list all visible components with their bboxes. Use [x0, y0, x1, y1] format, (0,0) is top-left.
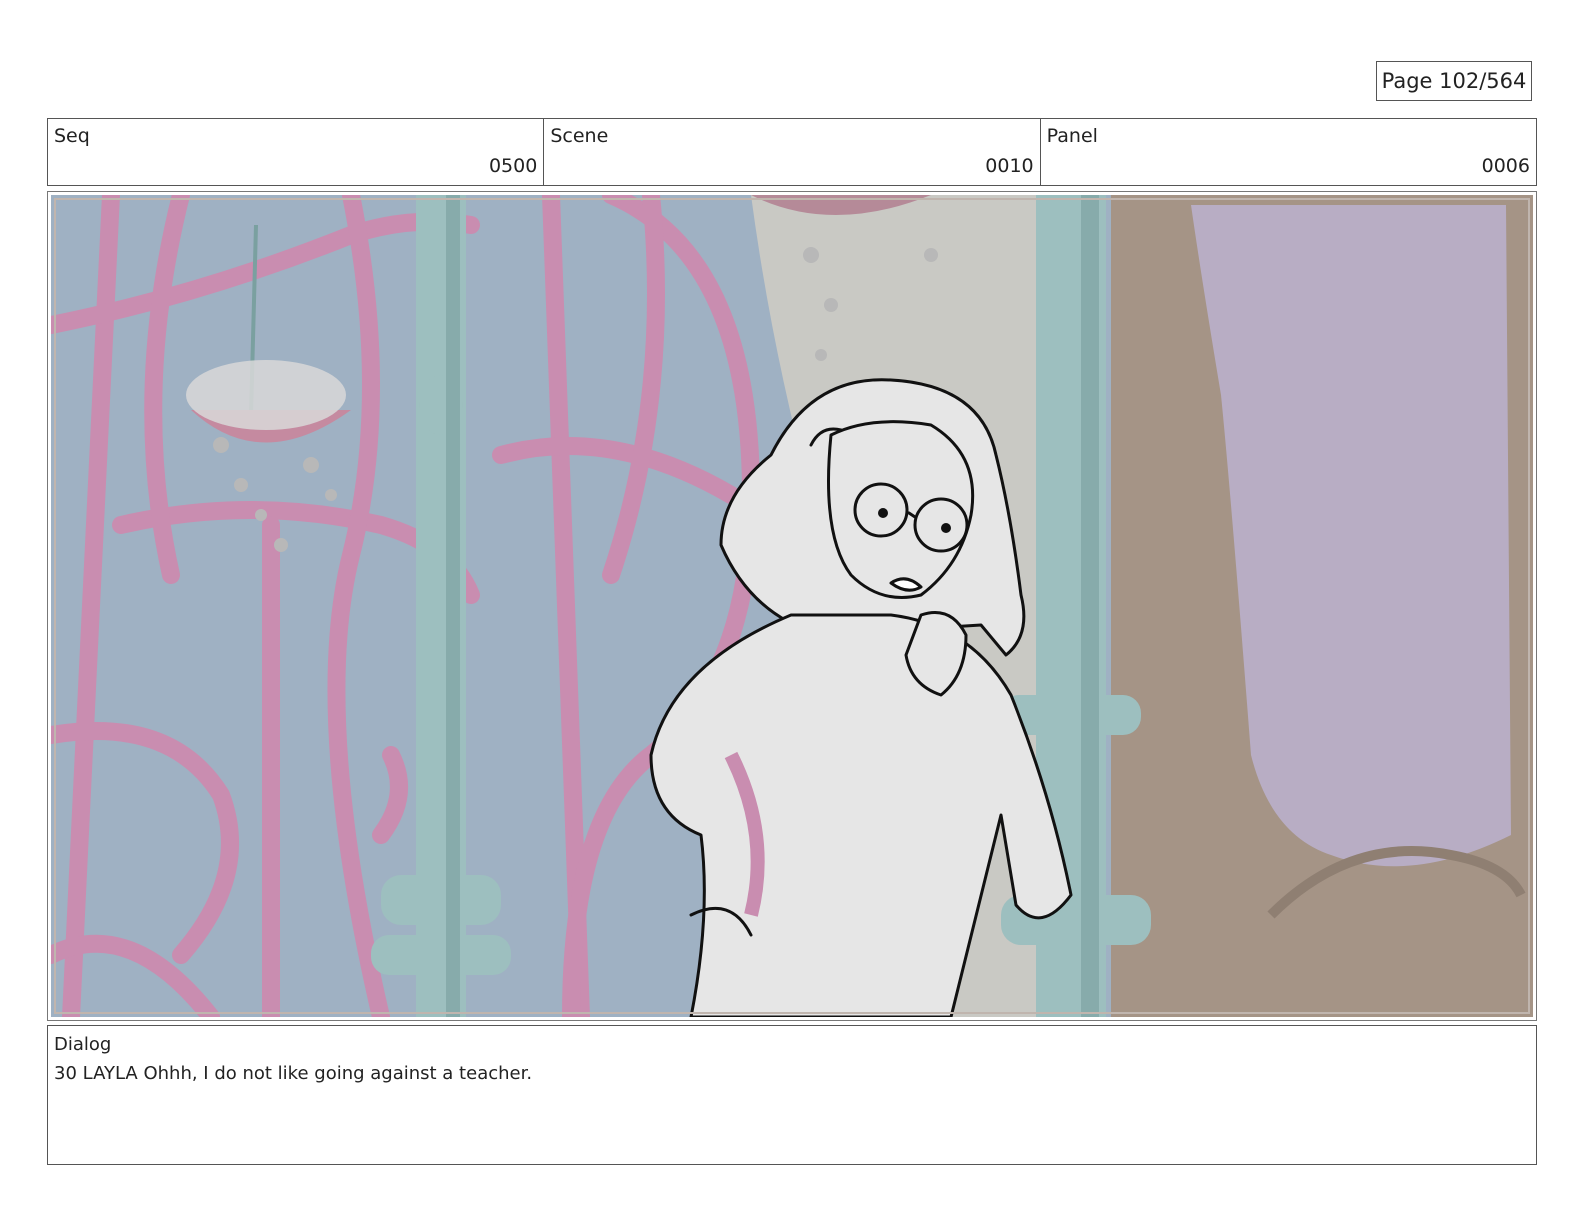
scene-cell: Scene 0010	[544, 119, 1041, 185]
panel-cell: Panel 0006	[1041, 119, 1536, 185]
scene-value: 0010	[985, 155, 1034, 177]
seq-value: 0500	[488, 155, 538, 177]
dialog-box: Dialog 30 LAYLA Ohhh, I do not like goin…	[47, 1025, 1537, 1165]
storyboard-image	[51, 195, 1533, 1017]
dialog-label: Dialog	[54, 1034, 112, 1055]
panel-value: 0006	[1481, 155, 1530, 177]
scene-label: Scene	[550, 125, 609, 147]
dialog-text: 30 LAYLA Ohhh, I do not like going again…	[54, 1063, 533, 1084]
seq-label: Seq	[54, 125, 90, 147]
panel-label: Panel	[1046, 125, 1098, 147]
seq-cell: Seq 0500	[48, 119, 545, 185]
panel-header: Seq 0500 Scene 0010 Panel 0006	[47, 118, 1537, 186]
page-number: Page 102/564	[1376, 61, 1532, 101]
storyboard-frame	[47, 191, 1537, 1021]
